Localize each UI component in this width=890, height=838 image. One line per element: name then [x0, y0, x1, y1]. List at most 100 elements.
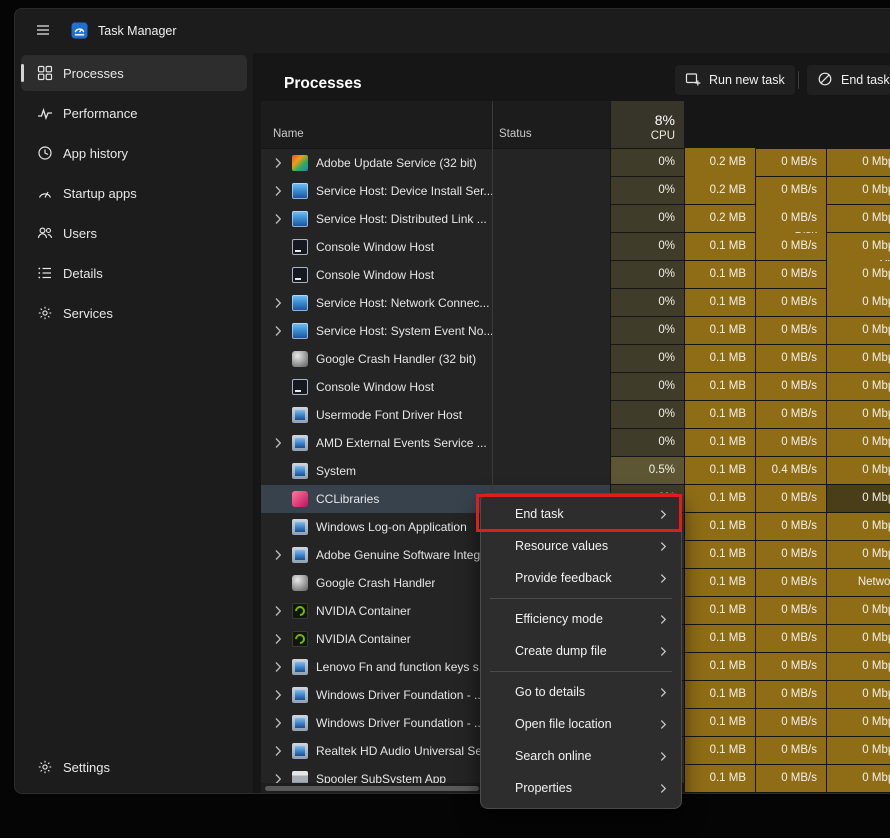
- expand-chevron-icon[interactable]: [274, 689, 292, 701]
- process-name-cell[interactable]: Service Host: Network Connec...: [261, 289, 492, 317]
- context-menu-item-open-file-location[interactable]: Open file location: [481, 708, 681, 740]
- table-row[interactable]: Console Window Host 0% 0.1 MB 0 MB/s 0 M…: [261, 261, 890, 289]
- table-row[interactable]: AMD External Events Service ... 0% 0.1 M…: [261, 429, 890, 457]
- status-cell: [493, 345, 610, 373]
- process-icon: [292, 547, 308, 563]
- process-icon: [292, 379, 308, 395]
- process-name-cell[interactable]: Adobe Update Service (32 bit): [261, 149, 492, 177]
- expand-chevron-icon[interactable]: [274, 157, 292, 169]
- sidebar-item-processes[interactable]: Processes: [21, 55, 247, 91]
- table-row[interactable]: Console Window Host 0% 0.1 MB 0 MB/s 0 M…: [261, 373, 890, 401]
- status-cell: [493, 205, 610, 233]
- sidebar-item-users[interactable]: Users: [21, 215, 247, 251]
- expand-chevron-icon[interactable]: [274, 549, 292, 561]
- navigation-menu-button[interactable]: [28, 17, 58, 45]
- process-name-cell[interactable]: Google Crash Handler: [261, 569, 492, 597]
- network-cell: 0 Mbps: [827, 401, 890, 428]
- cpu-cell: 0%: [611, 233, 684, 260]
- process-name-cell[interactable]: Console Window Host: [261, 373, 492, 401]
- process-name-cell[interactable]: Adobe Genuine Software Integ...: [261, 541, 492, 569]
- memory-cell: 0.1 MB: [685, 541, 755, 568]
- sidebar-item-label: Performance: [63, 105, 138, 121]
- sidebar-item-services[interactable]: Services: [21, 295, 247, 331]
- network-cell: 0 Mbps: [827, 373, 890, 400]
- context-menu-item-resource-values[interactable]: Resource values: [481, 530, 681, 562]
- hamburger-icon: [35, 22, 51, 41]
- expand-chevron-icon[interactable]: [274, 185, 292, 197]
- expand-chevron-icon[interactable]: [274, 605, 292, 617]
- table-row[interactable]: Google Crash Handler (32 bit) 0% 0.1 MB …: [261, 345, 890, 373]
- sidebar-item-performance[interactable]: Performance: [21, 95, 247, 131]
- context-menu-item-provide-feedback[interactable]: Provide feedback: [481, 562, 681, 594]
- expand-chevron-icon[interactable]: [274, 633, 292, 645]
- process-name: Windows Driver Foundation - ...: [316, 688, 485, 702]
- context-menu-item-go-to-details[interactable]: Go to details: [481, 676, 681, 708]
- memory-cell: 0.1 MB: [685, 625, 755, 652]
- table-row[interactable]: Service Host: Distributed Link ... 0% 0.…: [261, 205, 890, 233]
- process-name-cell[interactable]: Console Window Host: [261, 233, 492, 261]
- table-row[interactable]: Service Host: Device Install Ser... 0% 0…: [261, 177, 890, 205]
- table-row[interactable]: Adobe Update Service (32 bit) 0% 0.2 MB …: [261, 149, 890, 177]
- sidebar-item-details[interactable]: Details: [21, 255, 247, 291]
- toolbar-divider: [798, 71, 799, 89]
- process-icon: [292, 519, 308, 535]
- table-row[interactable]: Service Host: Network Connec... 0% 0.1 M…: [261, 289, 890, 317]
- run-new-task-icon: [685, 71, 701, 90]
- process-name-cell[interactable]: Service Host: Distributed Link ...: [261, 205, 492, 233]
- process-name-cell[interactable]: Usermode Font Driver Host: [261, 401, 492, 429]
- table-row[interactable]: Console Window Host 0% 0.1 MB 0 MB/s 0 M…: [261, 233, 890, 261]
- sidebar-item-app-history[interactable]: App history: [21, 135, 247, 171]
- horizontal-scrollbar-thumb[interactable]: [265, 786, 479, 791]
- process-name-cell[interactable]: Windows Driver Foundation - ...: [261, 709, 492, 737]
- process-name-cell[interactable]: System: [261, 457, 492, 485]
- cpu-total-percent: 8%: [654, 112, 675, 128]
- expand-chevron-icon[interactable]: [274, 717, 292, 729]
- process-name-cell[interactable]: Windows Driver Foundation - ...: [261, 681, 492, 709]
- network-cell: 0 Mbps: [827, 597, 890, 624]
- process-icon: [292, 155, 308, 171]
- table-row[interactable]: System 0.5% 0.1 MB 0.4 MB/s 0 Mbps: [261, 457, 890, 485]
- process-name-cell[interactable]: Service Host: System Event No...: [261, 317, 492, 345]
- run-new-task-button[interactable]: Run new task: [675, 65, 795, 95]
- context-menu-item-efficiency-mode[interactable]: Efficiency mode: [481, 603, 681, 635]
- column-header-name[interactable]: Name: [261, 101, 492, 148]
- process-name-cell[interactable]: Service Host: Device Install Ser...: [261, 177, 492, 205]
- context-menu-item-create-dump-file[interactable]: Create dump file: [481, 635, 681, 667]
- context-menu-item-properties[interactable]: Properties: [481, 772, 681, 804]
- process-name-cell[interactable]: NVIDIA Container: [261, 597, 492, 625]
- process-name: Adobe Update Service (32 bit): [316, 156, 477, 170]
- process-name-cell[interactable]: Lenovo Fn and function keys s...: [261, 653, 492, 681]
- disk-cell: 0 MB/s: [756, 317, 826, 344]
- process-name-cell[interactable]: AMD External Events Service ...: [261, 429, 492, 457]
- process-name: System: [316, 464, 357, 478]
- process-name-cell[interactable]: CCLibraries: [261, 485, 492, 513]
- gear-icon: [37, 759, 53, 775]
- process-name-cell[interactable]: Windows Log-on Application: [261, 513, 492, 541]
- expand-chevron-icon[interactable]: [274, 437, 292, 449]
- table-row[interactable]: Usermode Font Driver Host 0% 0.1 MB 0 MB…: [261, 401, 890, 429]
- column-header-status[interactable]: Status: [493, 101, 610, 148]
- network-cell: 0 Mbps: [827, 513, 890, 540]
- table-row[interactable]: Service Host: System Event No... 0% 0.1 …: [261, 317, 890, 345]
- expand-chevron-icon[interactable]: [274, 745, 292, 757]
- network-cell: 0 Mbps: [827, 177, 890, 204]
- process-name-cell[interactable]: Realtek HD Audio Universal Se...: [261, 737, 492, 765]
- memory-cell: 0.1 MB: [685, 485, 755, 512]
- context-menu-item-search-online[interactable]: Search online: [481, 740, 681, 772]
- expand-chevron-icon[interactable]: [274, 661, 292, 673]
- process-icon: [292, 575, 308, 591]
- process-name-cell[interactable]: Console Window Host: [261, 261, 492, 289]
- process-name-cell[interactable]: Google Crash Handler (32 bit): [261, 345, 492, 373]
- expand-chevron-icon[interactable]: [274, 213, 292, 225]
- expand-chevron-icon[interactable]: [274, 297, 292, 309]
- sidebar-item-settings[interactable]: Settings: [21, 749, 247, 785]
- process-name-cell[interactable]: NVIDIA Container: [261, 625, 492, 653]
- column-header-cpu[interactable]: 8% CPU: [611, 101, 684, 148]
- expand-chevron-icon[interactable]: [274, 325, 292, 337]
- cpu-cell: 0%: [611, 317, 684, 344]
- sidebar-item-label: Services: [63, 305, 113, 321]
- memory-cell: 0.2 MB: [685, 149, 755, 176]
- context-menu-item-end-task[interactable]: End task: [481, 498, 681, 530]
- sidebar-item-startup-apps[interactable]: Startup apps: [21, 175, 247, 211]
- end-task-button[interactable]: End task: [807, 65, 890, 95]
